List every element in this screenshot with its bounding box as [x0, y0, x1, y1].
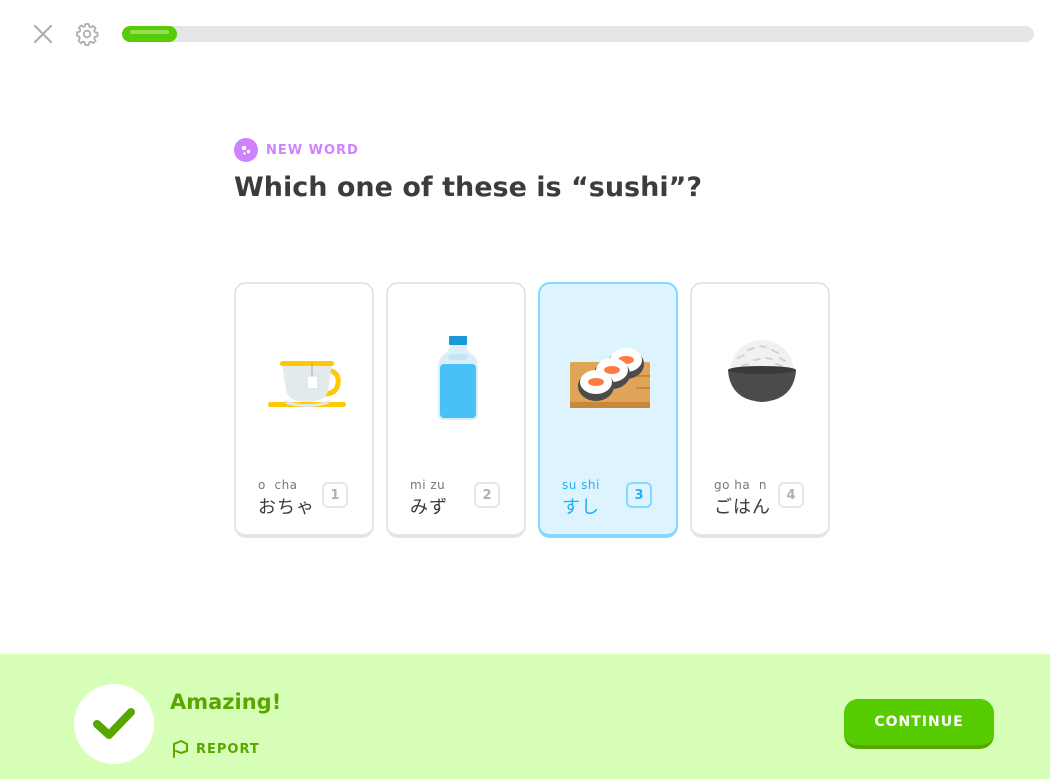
choice-kana: ごはん — [714, 497, 771, 518]
rice-bowl-icon — [702, 328, 822, 448]
choice-card-mizu[interactable]: mi zu みず 2 — [386, 282, 526, 538]
choice-kana: みず — [410, 497, 448, 518]
gear-icon — [76, 23, 99, 46]
sushi-icon — [550, 328, 670, 448]
choice-key-hint: 1 — [322, 482, 348, 508]
success-badge — [74, 684, 154, 764]
report-label: REPORT — [196, 741, 260, 757]
close-button[interactable] — [28, 19, 58, 49]
feedback-title: Amazing! — [170, 690, 282, 714]
challenge-header: NEW WORD — [234, 138, 359, 162]
choice-word: su shi すし — [562, 478, 600, 519]
continue-button[interactable]: CONTINUE — [844, 699, 994, 749]
choice-card-ocha[interactable]: o cha おちゃ 1 — [234, 282, 374, 538]
choice-word: o cha おちゃ — [258, 478, 315, 519]
top-bar — [0, 0, 1050, 68]
feedback-footer: Amazing! REPORT CONTINUE — [0, 654, 1050, 779]
choice-word: mi zu みず — [410, 478, 448, 519]
teacup-icon — [246, 328, 366, 448]
choice-card-sushi[interactable]: su shi すし 3 — [538, 282, 678, 538]
choice-romaji: o cha — [258, 478, 298, 492]
close-icon — [33, 24, 53, 44]
checkmark-icon — [93, 708, 135, 739]
progress-highlight — [130, 30, 169, 34]
question-text: Which one of these is “sushi”? — [234, 172, 703, 203]
progress-fill — [122, 26, 177, 42]
choice-romaji: su shi — [562, 478, 600, 492]
new-word-label: NEW WORD — [266, 142, 359, 158]
choice-romaji: go ha n — [714, 478, 767, 492]
choice-list: o cha おちゃ 1 mi zu みず 2 su shi すし 3 go ha… — [234, 282, 834, 542]
choice-kana: すし — [562, 497, 600, 518]
choice-key-hint: 4 — [778, 482, 804, 508]
flag-icon — [173, 740, 188, 758]
choice-key-hint: 2 — [474, 482, 500, 508]
choice-romaji: mi zu — [410, 478, 446, 492]
lesson-progress-bar — [122, 26, 1034, 42]
choice-card-gohan[interactable]: go ha n ごはん 4 — [690, 282, 830, 538]
water-bottle-icon — [398, 328, 518, 448]
new-word-badge-icon — [234, 138, 258, 162]
choice-key-hint: 3 — [626, 482, 652, 508]
choice-kana: おちゃ — [258, 497, 315, 518]
settings-button[interactable] — [72, 19, 102, 49]
choice-word: go ha n ごはん — [714, 478, 771, 519]
report-button[interactable]: REPORT — [172, 740, 260, 758]
